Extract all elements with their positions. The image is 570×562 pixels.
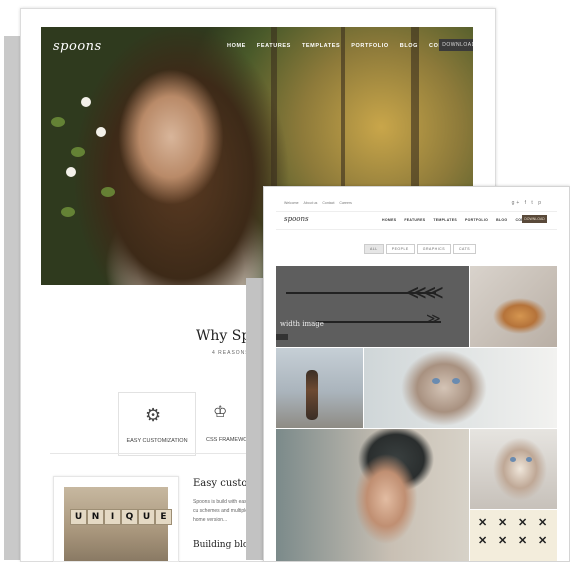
portfolio-item-siamese-cat[interactable] <box>470 429 557 509</box>
arrow-graphic <box>316 321 441 323</box>
feature-image-card: U N I Q U E <box>53 476 179 562</box>
nav-blog[interactable]: BLOG <box>496 218 507 222</box>
nav-templates[interactable]: TEMPLATES <box>302 43 340 49</box>
portfolio-item-arrows[interactable]: ≪≪ ≫ width image <box>276 266 469 347</box>
download-button[interactable]: DOWNLOAD <box>522 215 547 223</box>
feature-tab-easy-customization[interactable]: ⚙ EASY CUSTOMIZATION <box>118 392 196 456</box>
portfolio-item-woman-glasses[interactable] <box>276 429 469 561</box>
shadow-sheet-back <box>4 36 20 560</box>
filter-graphics[interactable]: GRAPHICS <box>416 244 452 254</box>
letter-cube: U <box>70 509 87 525</box>
main-nav: HOME FEATURES TEMPLATES PORTFOLIO BLOG C… <box>227 43 471 49</box>
why-heading: Why Sp <box>196 328 251 344</box>
x-mark-icon: ✕ <box>538 517 548 529</box>
caption-tag <box>276 334 288 340</box>
portfolio-item-kitten[interactable] <box>364 348 557 428</box>
leaf <box>101 187 115 197</box>
cat-eye <box>510 457 516 462</box>
letter-cube: E <box>155 509 172 525</box>
top-bar: Welcome About us Contact Careers <box>284 201 352 205</box>
nav-templates[interactable]: TEMPLATES <box>433 218 457 222</box>
letter-cube: U <box>138 509 155 525</box>
topbar-link[interactable]: Welcome <box>284 201 299 205</box>
person-figure <box>306 370 318 420</box>
topbar-link[interactable]: Careers <box>339 201 351 205</box>
front-page-preview: Welcome About us Contact Careers g+ f t … <box>263 186 570 562</box>
download-button[interactable]: DOWNLOAD <box>439 39 473 51</box>
portfolio-item-person[interactable] <box>276 348 363 428</box>
leaf <box>51 117 65 127</box>
social-icons[interactable]: g+ f t p <box>512 200 543 206</box>
kitten-eye <box>452 378 460 384</box>
nav-portfolio[interactable]: PORTFOLIO <box>465 218 488 222</box>
x-mark-icon: ✕ <box>538 535 548 547</box>
nav-features[interactable]: FEATURES <box>257 43 291 49</box>
x-mark-icon: ✕ <box>478 535 488 547</box>
topbar-link[interactable]: Contact <box>322 201 334 205</box>
portfolio-item-cat[interactable] <box>470 266 557 347</box>
x-mark-icon: ✕ <box>478 517 488 529</box>
divider <box>276 211 557 212</box>
nav-blog[interactable]: BLOG <box>400 43 418 49</box>
leaf <box>61 207 75 217</box>
image-caption: width image <box>280 320 324 328</box>
leaf <box>71 147 85 157</box>
flower <box>81 97 91 107</box>
divider <box>50 453 246 454</box>
filter-all[interactable]: ALL <box>364 244 384 254</box>
portfolio-filters: ALL PEOPLE GRAPHICS CATS <box>364 244 478 254</box>
letter-cube: N <box>87 509 104 525</box>
letter-cube: I <box>104 509 121 525</box>
shadow-sheet-front <box>246 278 264 560</box>
kitten-eye <box>432 378 440 384</box>
arrow-fletching-icon: ≪≪ <box>406 282 444 304</box>
feature-label: EASY CUSTOMIZATION <box>126 438 188 444</box>
blocks-image: U N I Q U E <box>64 487 172 561</box>
x-mark-icon: ✕ <box>518 535 528 547</box>
logo[interactable]: spoons <box>284 215 309 223</box>
topbar-link[interactable]: About us <box>304 201 318 205</box>
letter-cube: Q <box>121 509 138 525</box>
x-mark-icon: ✕ <box>498 535 508 547</box>
filter-people[interactable]: PEOPLE <box>385 244 415 254</box>
main-nav: HOMES FEATURES TEMPLATES PORTFOLIO BLOG … <box>382 218 542 222</box>
portfolio-grid: ≪≪ ≫ width image ✕ ✕ ✕ ✕ ✕ ✕ ✕ ✕ <box>276 266 557 561</box>
portfolio-item-pattern[interactable]: ✕ ✕ ✕ ✕ ✕ ✕ ✕ ✕ <box>470 510 557 561</box>
divider <box>276 229 557 230</box>
crown-icon: ♔ <box>213 404 228 421</box>
nav-home[interactable]: HOME <box>227 43 246 49</box>
x-mark-icon: ✕ <box>518 517 528 529</box>
logo[interactable]: spoons <box>53 39 102 54</box>
x-mark-icon: ✕ <box>498 517 508 529</box>
filter-cats[interactable]: CATS <box>453 244 477 254</box>
cat-eye <box>526 457 532 462</box>
nav-homes[interactable]: HOMES <box>382 218 396 222</box>
arrow-head-icon: ≫ <box>426 310 441 326</box>
gear-icon: ⚙ <box>145 405 162 425</box>
flower <box>66 167 76 177</box>
article-body: Spoons is build with easy cu schemes and… <box>193 499 250 523</box>
flower <box>96 127 106 137</box>
nav-features[interactable]: FEATURES <box>404 218 425 222</box>
nav-portfolio[interactable]: PORTFOLIO <box>351 43 388 49</box>
